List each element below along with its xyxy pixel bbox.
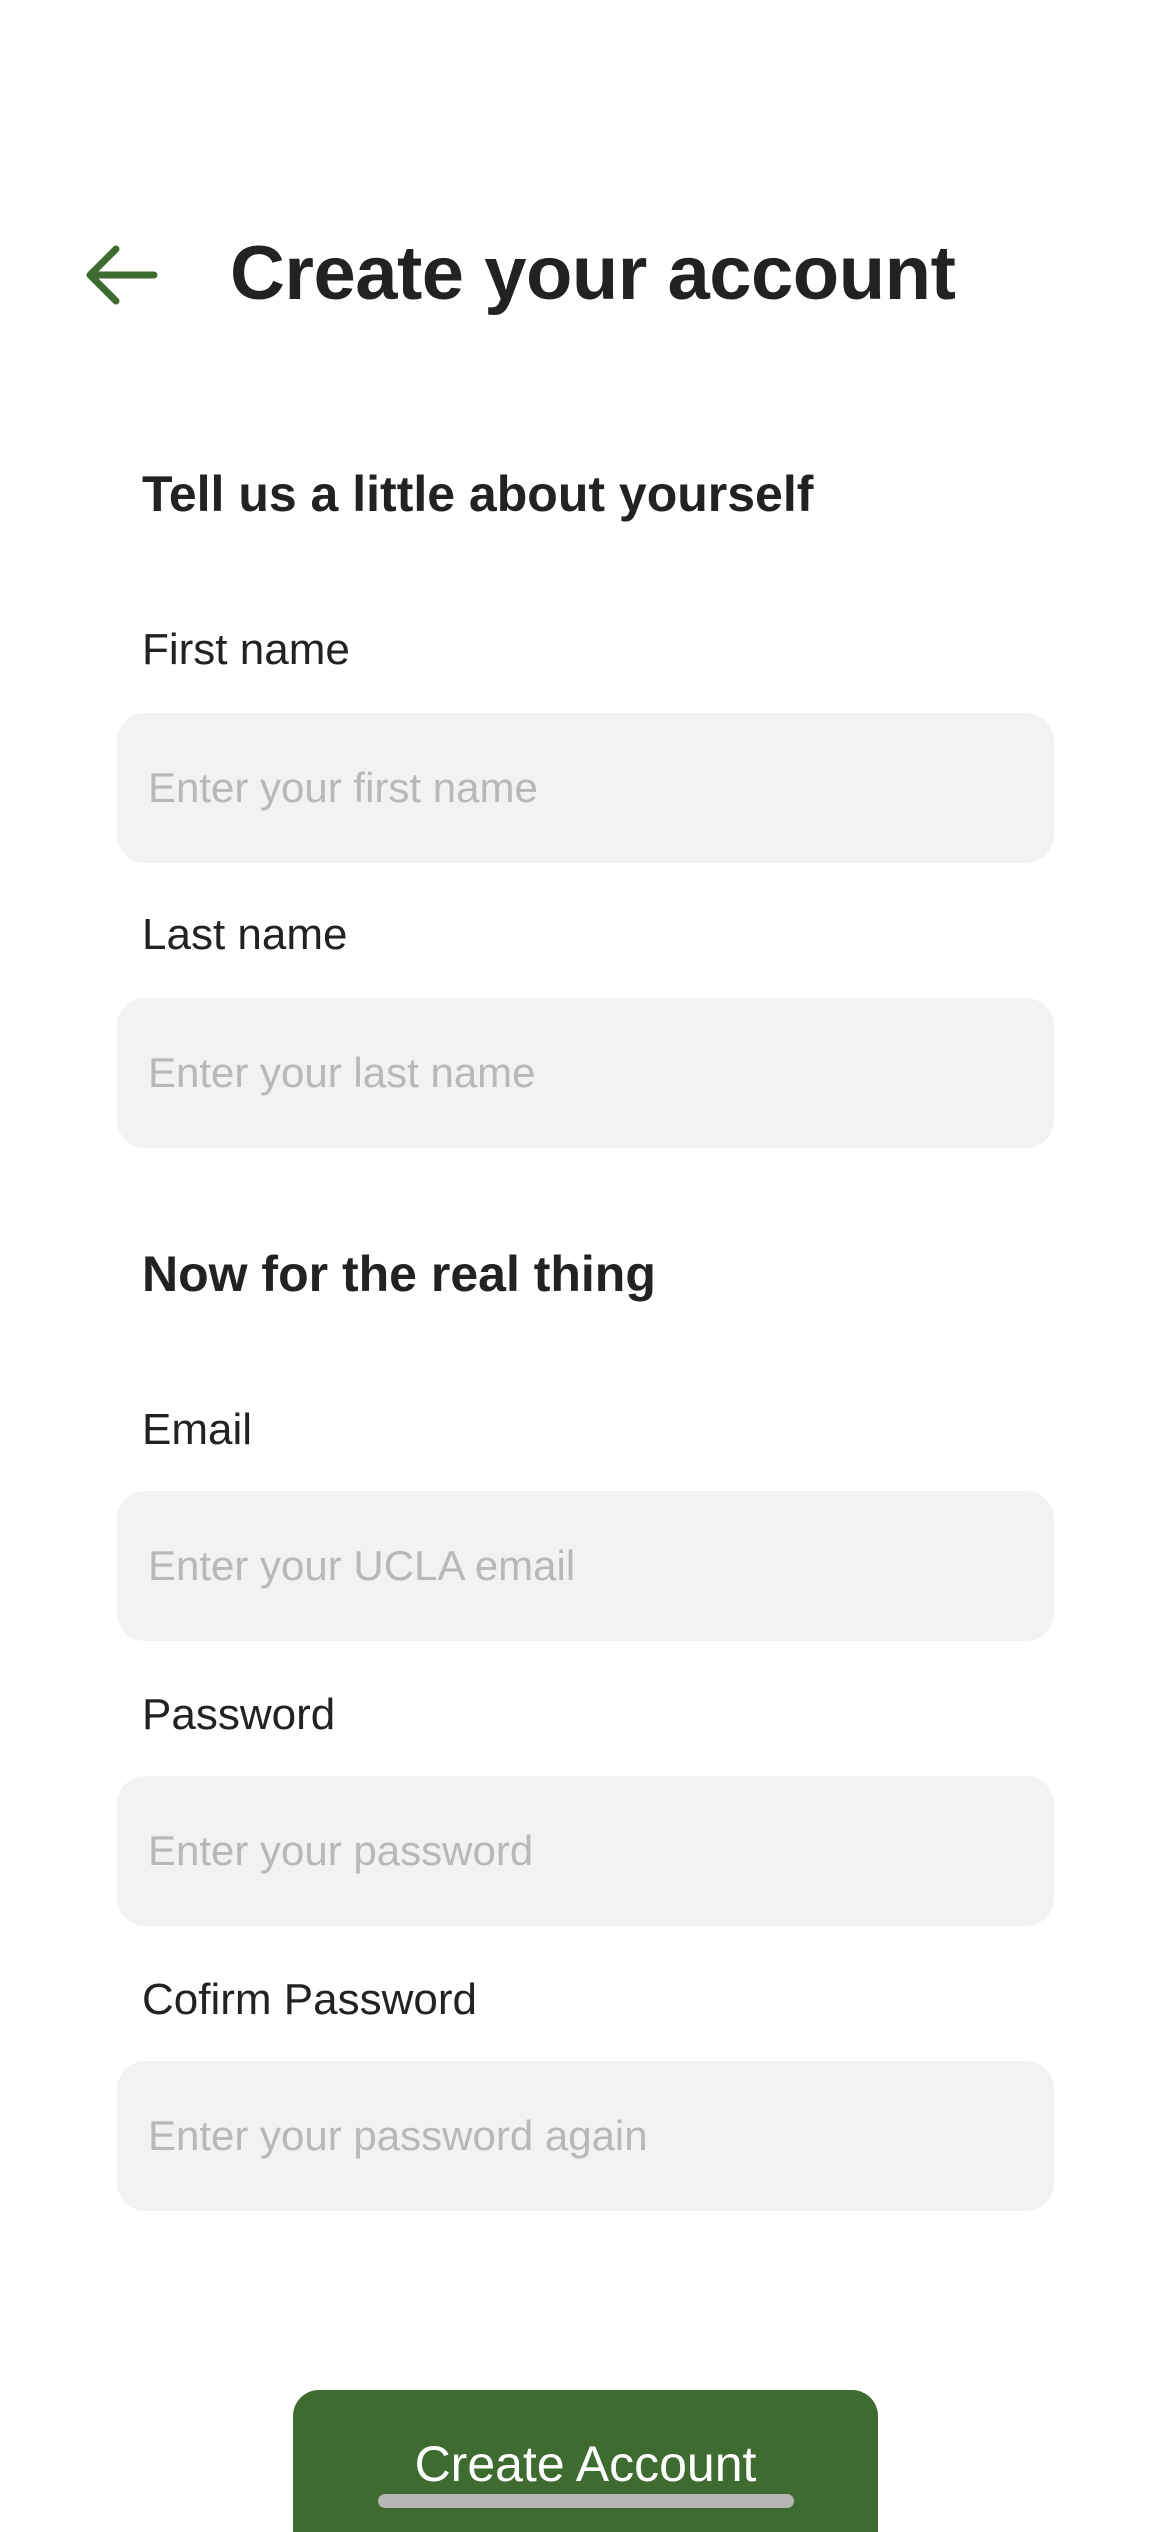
last-name-label: Last name [142, 910, 348, 959]
create-account-button[interactable]: Create Account [293, 2390, 878, 2532]
back-button[interactable] [80, 242, 160, 308]
arrow-left-icon [86, 245, 158, 305]
email-input[interactable] [117, 1491, 1054, 1641]
page-title: Create your account [230, 231, 956, 316]
section-heading-account: Now for the real thing [142, 1246, 656, 1302]
last-name-input[interactable] [117, 998, 1054, 1148]
password-input[interactable] [117, 1776, 1054, 1926]
confirm-password-label: Cofirm Password [142, 1975, 477, 2024]
password-label: Password [142, 1690, 336, 1739]
section-heading-about: Tell us a little about yourself [142, 466, 814, 522]
email-label: Email [142, 1405, 253, 1454]
home-indicator [378, 2494, 794, 2508]
header: Create your account [0, 220, 1170, 330]
first-name-label: First name [142, 625, 350, 674]
confirm-password-input[interactable] [117, 2061, 1054, 2211]
first-name-input[interactable] [117, 713, 1054, 863]
